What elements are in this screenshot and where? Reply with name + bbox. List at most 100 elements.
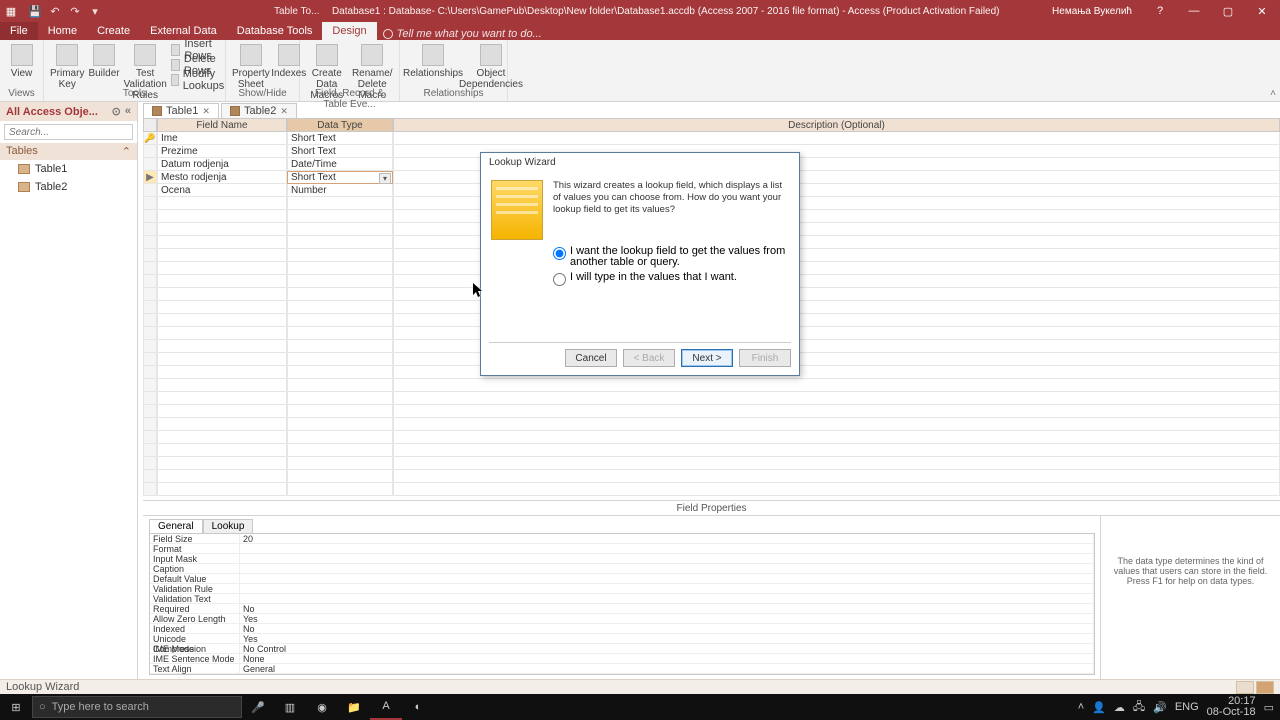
tab-design[interactable]: Design [322, 22, 376, 40]
wizard-option-table-query[interactable]: I want the lookup field to get the value… [553, 246, 789, 268]
cell-field-name[interactable] [157, 210, 287, 223]
cell-data-type[interactable] [287, 288, 393, 301]
start-button[interactable]: ⊞ [0, 694, 32, 720]
fp-value[interactable]: Yes [240, 614, 1094, 624]
nav-collapse-icon[interactable]: « [125, 105, 131, 118]
field-property-row[interactable]: Allow Zero LengthYes [150, 614, 1094, 624]
col-data-type[interactable]: Data Type [287, 118, 393, 132]
cell-data-type[interactable] [287, 236, 393, 249]
wizard-option-type-values[interactable]: I will type in the values that I want. [553, 272, 789, 286]
cell-field-name[interactable]: Ime [157, 132, 287, 145]
cell-description[interactable] [393, 444, 1280, 457]
row-selector[interactable] [143, 405, 157, 418]
field-property-row[interactable]: Field Size20 [150, 534, 1094, 544]
grid-row[interactable] [143, 379, 1280, 392]
cell-data-type[interactable] [287, 327, 393, 340]
fp-value[interactable]: None [240, 654, 1094, 664]
taskbar-search-input[interactable]: ○ Type here to search [32, 696, 242, 718]
primary-key-button[interactable]: Primary Key [50, 42, 84, 90]
tray-volume-icon[interactable]: 🔊 [1153, 701, 1167, 714]
cell-field-name[interactable]: Mesto rodjenja [157, 171, 287, 184]
taskbar-access-icon[interactable]: A [370, 694, 402, 720]
tray-language[interactable]: ENG [1175, 701, 1199, 713]
row-selector[interactable] [143, 197, 157, 210]
cell-data-type[interactable] [287, 223, 393, 236]
cell-field-name[interactable] [157, 340, 287, 353]
qat-save-icon[interactable]: 💾 [26, 5, 44, 18]
row-selector[interactable] [143, 275, 157, 288]
row-selector[interactable] [143, 340, 157, 353]
cell-field-name[interactable]: Prezime [157, 145, 287, 158]
qat-undo-icon[interactable]: ↶ [46, 5, 64, 18]
cell-description[interactable] [393, 405, 1280, 418]
cell-field-name[interactable] [157, 366, 287, 379]
field-property-row[interactable]: IndexedNo [150, 624, 1094, 634]
cell-data-type[interactable]: Short Text [287, 132, 393, 145]
cell-field-name[interactable]: Ocena [157, 184, 287, 197]
cell-description[interactable] [393, 483, 1280, 496]
close-button[interactable]: ✕ [1248, 0, 1276, 22]
fp-value[interactable] [240, 554, 1094, 564]
field-property-row[interactable]: Text AlignGeneral [150, 664, 1094, 674]
cell-field-name[interactable] [157, 236, 287, 249]
cell-data-type[interactable] [287, 262, 393, 275]
cell-description[interactable] [393, 379, 1280, 392]
grid-row[interactable] [143, 483, 1280, 496]
cell-field-name[interactable] [157, 288, 287, 301]
help-button[interactable]: ? [1146, 0, 1174, 22]
cell-field-name[interactable] [157, 418, 287, 431]
fp-value[interactable]: No [240, 624, 1094, 634]
field-property-row[interactable]: Caption [150, 564, 1094, 574]
nav-header[interactable]: All Access Obje... [6, 106, 98, 118]
cell-data-type[interactable] [287, 301, 393, 314]
cell-data-type[interactable] [287, 275, 393, 288]
field-property-row[interactable]: Validation Rule [150, 584, 1094, 594]
grid-row[interactable] [143, 444, 1280, 457]
cell-data-type[interactable] [287, 470, 393, 483]
cell-data-type[interactable]: Short Text [287, 145, 393, 158]
cell-description[interactable] [393, 431, 1280, 444]
cell-field-name[interactable]: Datum rodjenja [157, 158, 287, 171]
grid-row[interactable] [143, 392, 1280, 405]
fp-value[interactable]: Yes [240, 634, 1094, 644]
tray-onedrive-icon[interactable]: ☁ [1114, 701, 1125, 714]
tab-database-tools[interactable]: Database Tools [227, 22, 323, 40]
cell-data-type[interactable] [287, 379, 393, 392]
field-property-row[interactable]: Default Value [150, 574, 1094, 584]
cell-field-name[interactable] [157, 301, 287, 314]
cell-field-name[interactable] [157, 353, 287, 366]
cell-field-name[interactable] [157, 405, 287, 418]
view-design-button[interactable] [1256, 681, 1274, 694]
row-selector[interactable] [143, 288, 157, 301]
row-selector[interactable] [143, 353, 157, 366]
cell-data-type[interactable] [287, 431, 393, 444]
tray-network-icon[interactable]: 🖧 [1133, 698, 1145, 717]
fp-value[interactable]: 20 [240, 534, 1094, 544]
collapse-ribbon-icon[interactable]: ˄ [1270, 88, 1276, 99]
fp-value[interactable] [240, 574, 1094, 584]
cell-data-type[interactable] [287, 457, 393, 470]
nav-item-table1[interactable]: Table1 [0, 160, 137, 178]
row-selector[interactable] [143, 366, 157, 379]
task-view-button[interactable]: ▥ [274, 694, 306, 720]
row-selector[interactable] [143, 483, 157, 496]
tray-overflow-icon[interactable]: ˄ [1078, 701, 1084, 713]
view-datasheet-button[interactable] [1236, 681, 1254, 694]
cell-field-name[interactable] [157, 392, 287, 405]
grid-row[interactable]: 🔑ImeShort Text [143, 132, 1280, 145]
field-property-row[interactable]: IME Sentence ModeNone [150, 654, 1094, 664]
cell-description[interactable] [393, 132, 1280, 145]
row-selector[interactable] [143, 314, 157, 327]
cell-field-name[interactable] [157, 457, 287, 470]
cell-field-name[interactable] [157, 314, 287, 327]
fp-value[interactable] [240, 544, 1094, 554]
wizard-next-button[interactable]: Next > [681, 349, 733, 367]
object-dependencies-button[interactable]: Object Dependencies [464, 42, 518, 90]
cell-data-type[interactable] [287, 483, 393, 496]
row-selector[interactable] [143, 158, 157, 171]
row-selector[interactable] [143, 418, 157, 431]
close-tab-icon[interactable]: ✕ [280, 106, 288, 117]
cell-field-name[interactable] [157, 327, 287, 340]
grid-row[interactable] [143, 457, 1280, 470]
fp-value[interactable] [240, 594, 1094, 604]
